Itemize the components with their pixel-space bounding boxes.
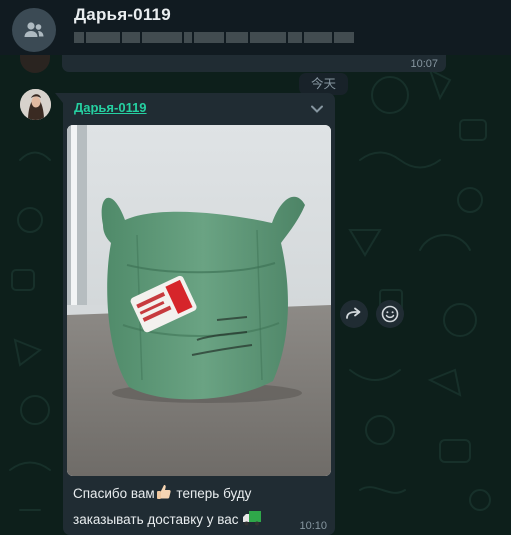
message-sender-name[interactable]: Дарья-0119	[74, 100, 147, 115]
message-caption: Спасибо вам теперь буду заказывать доста…	[73, 482, 323, 534]
bubble-tail	[55, 93, 63, 103]
previous-message-bubble[interactable]: 10:07	[62, 55, 446, 72]
react-button[interactable]	[376, 300, 404, 328]
package-photo-illustration	[67, 125, 331, 476]
thumbs-up-icon	[155, 483, 173, 508]
forward-icon	[346, 307, 361, 319]
chat-subtitle-redacted	[74, 31, 364, 43]
delivery-truck-icon	[242, 509, 262, 534]
caption-line-2: заказывать доставку у вас	[73, 512, 243, 527]
previous-message-time: 10:07	[410, 58, 438, 70]
emoji-icon	[381, 305, 399, 323]
chat-title[interactable]: Дарья-0119	[74, 5, 171, 25]
group-avatar[interactable]	[12, 8, 56, 52]
group-icon	[24, 22, 44, 37]
date-divider: 今天	[299, 73, 349, 95]
sender-avatar[interactable]	[20, 89, 51, 120]
chevron-down-icon[interactable]	[309, 101, 325, 117]
caption-line-1: Спасибо вам	[73, 486, 155, 501]
sender-photo	[20, 89, 51, 120]
message-photo[interactable]	[67, 125, 331, 476]
message-time: 10:10	[299, 520, 327, 532]
forward-button[interactable]	[340, 300, 368, 328]
caption-line-1-rest: теперь буду	[172, 486, 252, 501]
chat-header[interactable]: Дарья-0119	[0, 0, 511, 55]
message-bubble[interactable]: Дарья-0119 Спасибо вам теперь буду заказ…	[63, 93, 335, 535]
